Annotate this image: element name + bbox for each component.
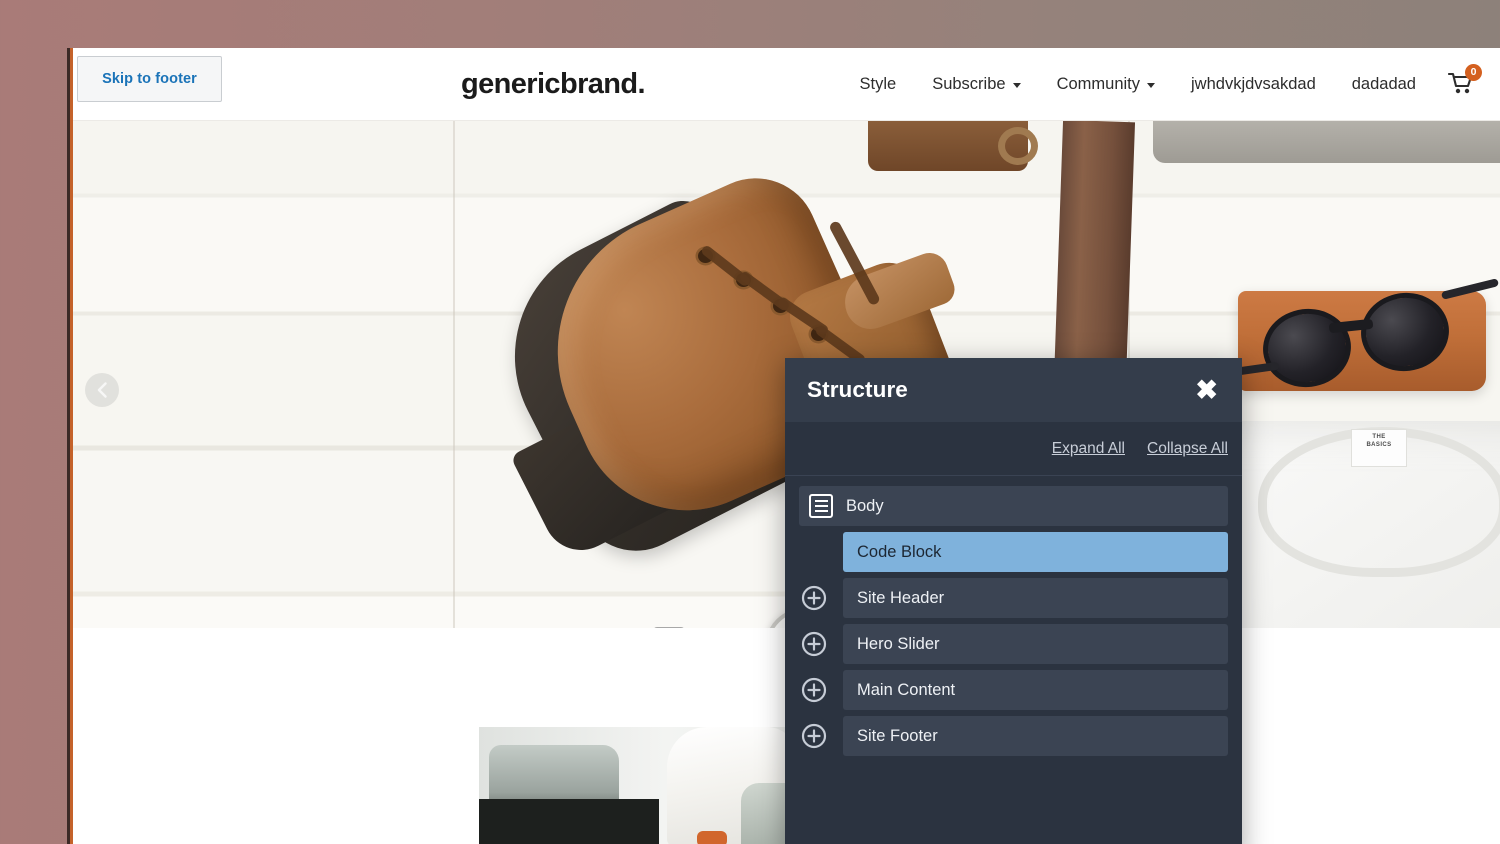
nav-label: Style [859, 74, 897, 93]
tree-expander-hero-slider[interactable] [799, 631, 829, 657]
grey-garment-shape [1153, 121, 1500, 163]
tree-row: Site Header [799, 578, 1228, 618]
nav-label: Subscribe [932, 74, 1006, 93]
nav-item-community[interactable]: Community [1039, 75, 1173, 94]
tree-item-label: Hero Slider [857, 634, 940, 653]
hero-prev-button[interactable] [85, 373, 119, 407]
tree-item-body[interactable]: Body [799, 486, 1228, 526]
nav-item-style[interactable]: Style [842, 75, 915, 94]
tree-row: Body [799, 486, 1228, 526]
tree-row: Site Footer [799, 716, 1228, 756]
chevron-down-icon [1147, 82, 1156, 88]
plus-circle-icon [801, 631, 827, 657]
structure-panel-header: Structure ✖ [785, 358, 1242, 422]
tree-expander-main-content[interactable] [799, 677, 829, 703]
sweater-brand-label: THE BASICS [1351, 429, 1407, 467]
main-navigation: Style Subscribe Community jwhdvkjdvsakda… [842, 64, 1482, 96]
leather-ring-shape [998, 127, 1038, 165]
tree-row: Code Block [799, 532, 1228, 572]
sweater-label-line-2: BASICS [1366, 441, 1392, 448]
tree-expander-site-footer[interactable] [799, 723, 829, 749]
brand-logo[interactable]: genericbrand. [461, 68, 646, 101]
tree-item-code-block[interactable]: Code Block [843, 532, 1228, 572]
tree-item-main-content[interactable]: Main Content [843, 670, 1228, 710]
nav-label: Community [1056, 74, 1141, 93]
tree-expander-site-header[interactable] [799, 585, 829, 611]
structure-tree: Body Code Block Site Header Hero Slider … [785, 476, 1242, 756]
street-photo-accent [697, 831, 727, 844]
tree-item-label: Code Block [857, 542, 942, 561]
collapse-all-link[interactable]: Collapse All [1147, 440, 1228, 458]
structure-panel: Structure ✖ Expand All Collapse All Body… [785, 358, 1242, 844]
tree-item-site-footer[interactable]: Site Footer [843, 716, 1228, 756]
tree-item-label: Site Footer [857, 726, 938, 745]
close-icon[interactable]: ✖ [1191, 375, 1222, 406]
tree-item-label: Main Content [857, 680, 956, 699]
tree-row: Hero Slider [799, 624, 1228, 664]
nav-item-subscribe[interactable]: Subscribe [914, 75, 1038, 94]
plus-circle-icon [801, 677, 827, 703]
plus-circle-icon [801, 723, 827, 749]
nav-item-dadadad[interactable]: dadadad [1334, 75, 1434, 94]
document-lines-icon [809, 494, 833, 518]
sweater-label-line-1: THE [1372, 434, 1386, 440]
plank-seam [453, 121, 455, 628]
nav-label: dadadad [1351, 74, 1416, 93]
nav-label: jwhdvkjdvsakdad [1191, 74, 1316, 93]
tree-item-hero-slider[interactable]: Hero Slider [843, 624, 1228, 664]
cart-badge-count: 0 [1465, 64, 1482, 81]
tree-item-label: Site Header [857, 588, 945, 607]
skip-to-footer-label: Skip to footer [102, 71, 197, 87]
tree-item-site-header[interactable]: Site Header [843, 578, 1228, 618]
plus-circle-icon [801, 585, 827, 611]
structure-panel-title: Structure [807, 377, 908, 402]
chevron-left-icon [97, 382, 107, 398]
expand-all-link[interactable]: Expand All [1052, 440, 1125, 458]
site-header: Skip to footer genericbrand. Style Subsc… [73, 48, 1500, 121]
tree-item-label: Body [846, 496, 884, 515]
skip-to-footer-link[interactable]: Skip to footer [77, 56, 222, 102]
chevron-down-icon [1012, 82, 1021, 88]
cart-button[interactable]: 0 [1434, 64, 1482, 96]
structure-panel-toolbar: Expand All Collapse All [785, 422, 1242, 476]
tree-row: Main Content [799, 670, 1228, 710]
street-photo-car-shadow [479, 799, 659, 844]
nav-item-jwhdvkjdvsakdad[interactable]: jwhdvkjdvsakdad [1173, 75, 1334, 94]
